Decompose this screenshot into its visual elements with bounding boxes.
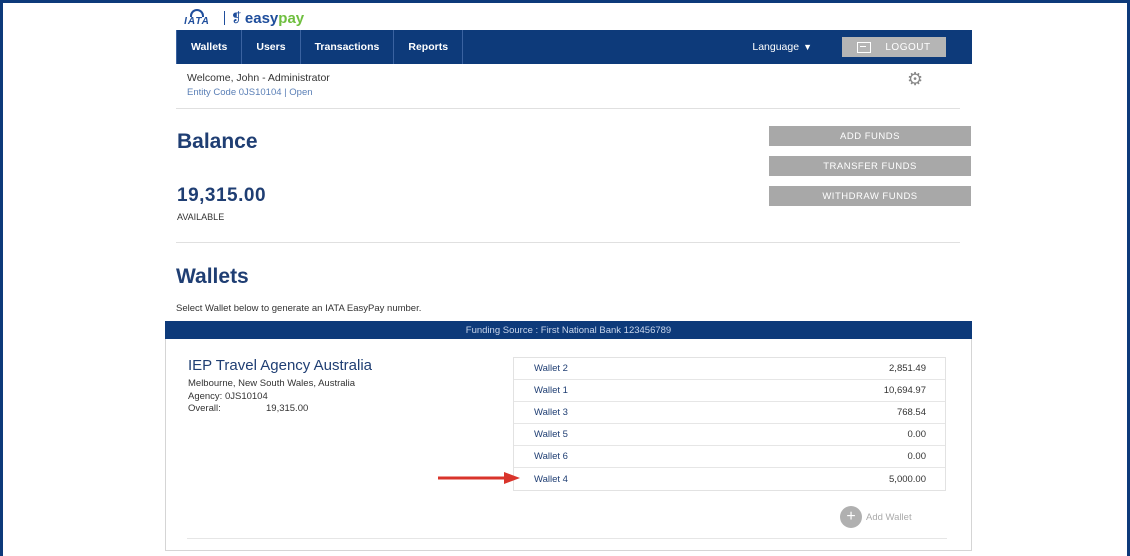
- balance-title: Balance: [177, 130, 258, 153]
- nav-users[interactable]: Users: [242, 30, 301, 64]
- logout-icon: [857, 41, 872, 53]
- logout-button[interactable]: LOGOUT: [842, 37, 946, 57]
- wallets-subtitle: Select Wallet below to generate an IATA …: [176, 303, 422, 314]
- funding-source-bar: Funding Source : First National Bank 123…: [165, 321, 972, 339]
- add-wallet-button[interactable]: + Add Wallet: [840, 506, 912, 528]
- logo-divider: [224, 11, 225, 25]
- agency-name: IEP Travel Agency Australia: [188, 357, 372, 374]
- wallet-name: Wallet 5: [534, 429, 568, 440]
- language-dropdown[interactable]: Language ▼: [752, 30, 812, 64]
- balance-label: AVAILABLE: [177, 212, 225, 222]
- wallet-name: Wallet 2: [534, 363, 568, 374]
- main-navbar: Wallets Users Transactions Reports Langu…: [176, 30, 972, 64]
- nav-transactions[interactable]: Transactions: [301, 30, 395, 64]
- entity-code: Entity Code 0JS10104 | Open: [187, 87, 313, 98]
- easypay-logo-pay: pay: [278, 9, 305, 27]
- wallet-name: Wallet 3: [534, 407, 568, 418]
- overall-label: Overall:: [188, 403, 221, 414]
- wallet-row[interactable]: Wallet 1 10,694.97: [514, 380, 945, 402]
- wallet-name: Wallet 4: [534, 473, 568, 485]
- agency-location: Melbourne, New South Wales, Australia: [188, 378, 356, 389]
- gear-icon[interactable]: ⚙: [907, 70, 927, 90]
- nav-wallets[interactable]: Wallets: [176, 30, 243, 64]
- easypay-icon: ❡: [231, 10, 242, 25]
- wallet-row[interactable]: Wallet 4 5,000.00: [514, 468, 945, 490]
- divider: [176, 242, 960, 243]
- transfer-funds-button[interactable]: TRANSFER FUNDS: [769, 156, 971, 176]
- wallet-row[interactable]: Wallet 5 0.00: [514, 424, 945, 446]
- wallet-amount: 0.00: [907, 451, 927, 462]
- plus-icon: +: [840, 506, 862, 528]
- agency-overall: Overall: 19,315.00: [188, 403, 308, 414]
- divider: [187, 538, 947, 539]
- wallets-title: Wallets: [176, 265, 249, 288]
- wallet-name: Wallet 6: [534, 451, 568, 462]
- withdraw-funds-button[interactable]: WITHDRAW FUNDS: [769, 186, 971, 206]
- wallet-amount: 0.00: [907, 429, 927, 440]
- nav-reports[interactable]: Reports: [394, 30, 464, 64]
- wallet-row[interactable]: Wallet 2 2,851.49: [514, 358, 945, 380]
- easypay-logo: ❡ easy pay: [231, 10, 304, 27]
- arrow-right-icon: [438, 472, 520, 484]
- wallet-amount: 10,694.97: [883, 385, 926, 396]
- add-funds-button[interactable]: ADD FUNDS: [769, 126, 971, 146]
- wallet-row[interactable]: Wallet 3 768.54: [514, 402, 945, 424]
- wallet-amount: 768.54: [896, 407, 926, 418]
- add-wallet-label: Add Wallet: [866, 511, 912, 523]
- wallet-name: Wallet 1: [534, 385, 568, 396]
- wallet-list: Wallet 2 2,851.49 Wallet 1 10,694.97 Wal…: [513, 357, 946, 491]
- easypay-logo-easy: easy: [244, 9, 279, 27]
- agency-code: Agency: 0JS10104: [188, 391, 268, 402]
- wallet-row[interactable]: Wallet 6 0.00: [514, 446, 945, 468]
- balance-amount: 19,315.00: [177, 185, 267, 206]
- wallet-amount: 2,851.49: [889, 363, 926, 374]
- divider: [176, 108, 960, 109]
- brand-logo: IATA ❡ easy pay: [176, 6, 376, 30]
- language-label: Language: [752, 41, 800, 53]
- iata-logo: IATA: [176, 9, 218, 27]
- iata-logo-text: IATA: [184, 16, 210, 27]
- wallet-amount: 5,000.00: [889, 473, 926, 485]
- welcome-text: Welcome, John - Administrator: [187, 72, 330, 84]
- welcome-block: Welcome, John - Administrator Entity Cod…: [187, 72, 330, 98]
- logout-label: LOGOUT: [885, 41, 931, 53]
- overall-value: 19,315.00: [266, 403, 309, 414]
- caret-down-icon: ▼: [803, 42, 812, 52]
